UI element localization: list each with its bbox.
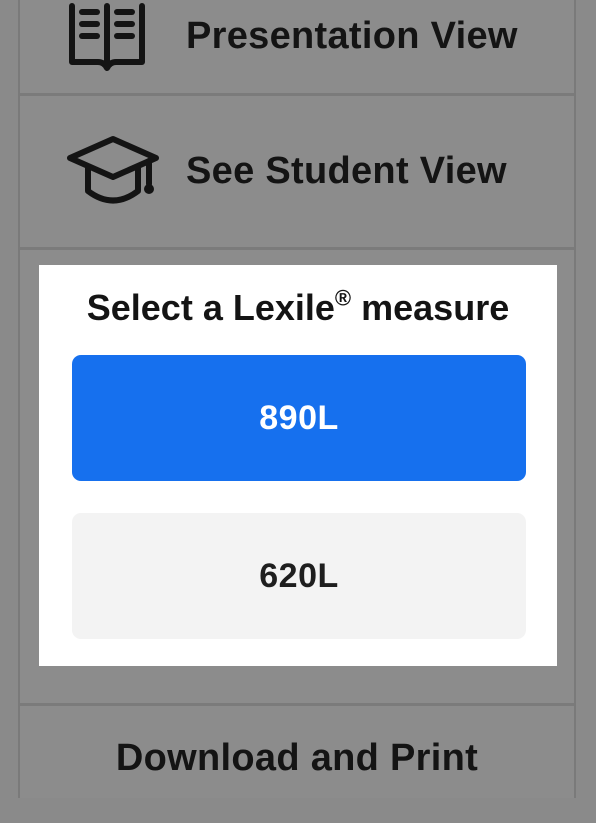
lexile-title: Select a Lexile® measure [39,287,557,329]
lexile-title-text: Select a Lexile [86,287,335,328]
presentation-view-button[interactable]: Presentation View [20,0,574,96]
student-view-button[interactable]: See Student View [20,96,574,250]
registered-mark: ® [334,285,352,311]
lexile-option-620l[interactable]: 620L [72,513,526,639]
presentation-view-label: Presentation View [186,15,518,57]
download-and-print-label: Download and Print [115,737,479,779]
student-view-label: See Student View [186,150,507,192]
download-and-print-button[interactable]: Download and Print [20,703,574,823]
lexile-title-suffix: measure [351,287,510,328]
lexile-selector: Select a Lexile® measure 890L 620L [39,265,557,666]
open-book-icon [66,2,148,72]
graduation-cap-icon [66,134,160,210]
lexile-option-890l[interactable]: 890L [72,355,526,481]
